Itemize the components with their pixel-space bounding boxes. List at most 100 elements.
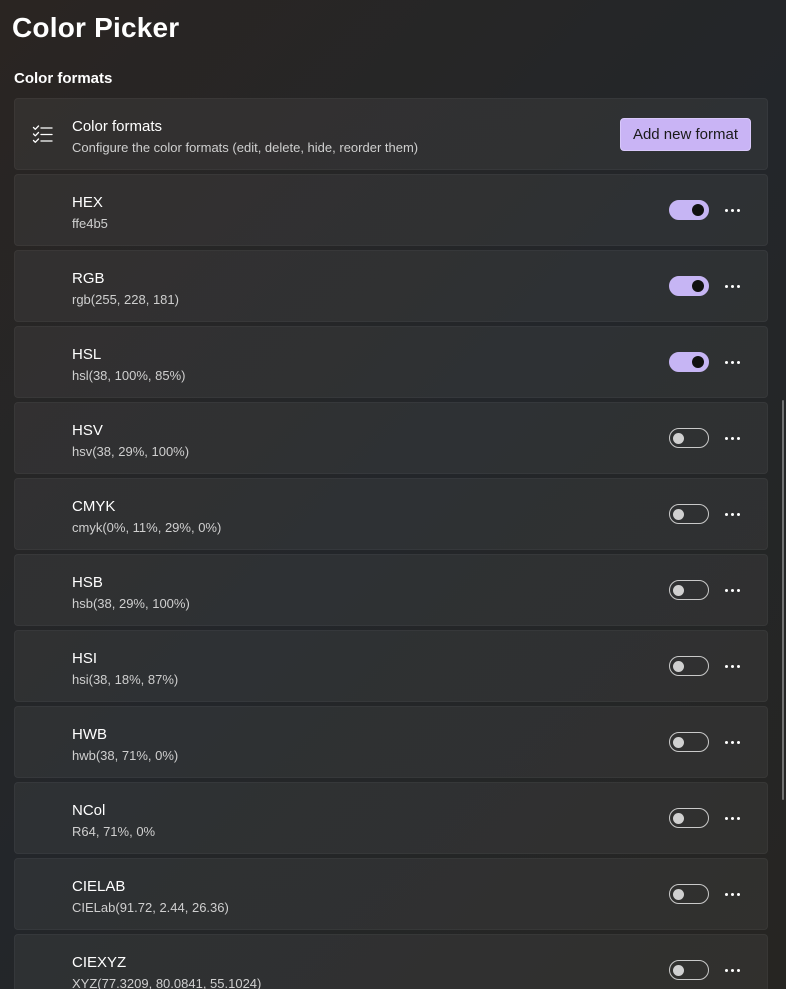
more-options-button[interactable]	[717, 501, 747, 527]
format-name: CMYK	[72, 498, 116, 515]
more-options-button[interactable]	[717, 805, 747, 831]
format-value: CIELab(91.72, 2.44, 26.36)	[72, 900, 229, 915]
ellipsis-icon-dot	[736, 284, 740, 288]
format-toggle-switch[interactable]	[669, 732, 709, 752]
ellipsis-icon-dot	[724, 436, 728, 440]
ellipsis-icon-dot	[724, 512, 728, 516]
more-options-button[interactable]	[717, 881, 747, 907]
checklist-icon	[32, 125, 53, 143]
format-name: HSV	[72, 422, 103, 439]
color-format-row: CMYK cmyk(0%, 11%, 29%, 0%)	[14, 478, 768, 550]
color-format-row: RGB rgb(255, 228, 181)	[14, 250, 768, 322]
more-options-button[interactable]	[717, 653, 747, 679]
color-format-row: HSI hsi(38, 18%, 87%)	[14, 630, 768, 702]
header-card-description: Configure the color formats (edit, delet…	[72, 140, 419, 155]
format-rows: HEX ffe4b5 RGB rgb(255, 228, 181) HSL hsl(38,…	[14, 174, 768, 989]
format-toggle-switch[interactable]	[669, 960, 709, 980]
format-value: hsl(38, 100%, 85%)	[72, 368, 186, 383]
ellipsis-icon-dot	[724, 740, 728, 744]
toggle-knob	[673, 584, 684, 596]
ellipsis-icon-dot	[724, 284, 728, 288]
color-formats-list: Color formats Configure the color format…	[14, 98, 768, 989]
ellipsis-icon-dot	[736, 588, 740, 592]
ellipsis-icon-dot	[736, 968, 740, 972]
more-options-button[interactable]	[717, 197, 747, 223]
toggle-knob	[673, 660, 684, 672]
ellipsis-icon-dot	[724, 208, 728, 212]
color-format-row: HSV hsv(38, 29%, 100%)	[14, 402, 768, 474]
format-name: HSI	[72, 650, 98, 667]
color-format-row: CIELAB CIELab(91.72, 2.44, 26.36)	[14, 858, 768, 930]
ellipsis-icon-dot	[724, 816, 728, 820]
format-value: XYZ(77.3209, 80.0841, 55.1024)	[72, 976, 262, 989]
ellipsis-icon-dot	[730, 588, 734, 592]
toggle-knob	[692, 280, 704, 292]
ellipsis-icon-dot	[724, 968, 728, 972]
scrollbar[interactable]	[782, 400, 784, 800]
more-options-button[interactable]	[717, 577, 747, 603]
ellipsis-icon-dot	[730, 208, 734, 212]
format-toggle-switch[interactable]	[669, 352, 709, 372]
format-toggle-switch[interactable]	[669, 656, 709, 676]
format-toggle-switch[interactable]	[669, 276, 709, 296]
add-new-format-button[interactable]: Add new format	[619, 118, 751, 151]
section-title: Color formats	[14, 70, 113, 87]
header-card-title: Color formats	[72, 118, 163, 135]
format-name: HSL	[72, 346, 102, 363]
ellipsis-icon-dot	[724, 664, 728, 668]
format-name: NCol	[72, 802, 106, 819]
format-toggle-switch[interactable]	[669, 580, 709, 600]
format-value: cmyk(0%, 11%, 29%, 0%)	[72, 520, 222, 535]
format-value: hsb(38, 29%, 100%)	[72, 596, 190, 611]
toggle-knob	[673, 964, 684, 976]
color-format-row: CIEXYZ XYZ(77.3209, 80.0841, 55.1024)	[14, 934, 768, 989]
ellipsis-icon-dot	[730, 816, 734, 820]
ellipsis-icon-dot	[730, 512, 734, 516]
color-format-row: NCol R64, 71%, 0%	[14, 782, 768, 854]
toggle-knob	[673, 736, 684, 748]
format-value: rgb(255, 228, 181)	[72, 292, 179, 307]
format-name: HSB	[72, 574, 103, 591]
ellipsis-icon-dot	[730, 968, 734, 972]
toggle-knob	[673, 432, 684, 444]
color-format-row: HSL hsl(38, 100%, 85%)	[14, 326, 768, 398]
color-format-row: HEX ffe4b5	[14, 174, 768, 246]
format-name: CIELAB	[72, 878, 126, 895]
more-options-button[interactable]	[717, 425, 747, 451]
ellipsis-icon-dot	[730, 892, 734, 896]
format-toggle-switch[interactable]	[669, 884, 709, 904]
ellipsis-icon-dot	[736, 816, 740, 820]
format-toggle-switch[interactable]	[669, 808, 709, 828]
color-format-row: HSB hsb(38, 29%, 100%)	[14, 554, 768, 626]
ellipsis-icon-dot	[736, 512, 740, 516]
ellipsis-icon-dot	[730, 436, 734, 440]
more-options-button[interactable]	[717, 729, 747, 755]
toggle-knob	[673, 812, 684, 824]
ellipsis-icon-dot	[736, 436, 740, 440]
more-options-button[interactable]	[717, 349, 747, 375]
ellipsis-icon-dot	[736, 360, 740, 364]
ellipsis-icon-dot	[730, 284, 734, 288]
format-value: hwb(38, 71%, 0%)	[72, 748, 179, 763]
ellipsis-icon-dot	[724, 892, 728, 896]
format-value: R64, 71%, 0%	[72, 824, 156, 839]
ellipsis-icon-dot	[736, 664, 740, 668]
toggle-knob	[692, 204, 704, 216]
more-options-button[interactable]	[717, 273, 747, 299]
color-format-row: HWB hwb(38, 71%, 0%)	[14, 706, 768, 778]
ellipsis-icon-dot	[730, 664, 734, 668]
format-name: HEX	[72, 194, 103, 211]
more-options-button[interactable]	[717, 957, 747, 983]
format-name: CIEXYZ	[72, 954, 127, 971]
page-title: Color Picker	[12, 12, 180, 43]
format-toggle-switch[interactable]	[669, 504, 709, 524]
ellipsis-icon-dot	[736, 892, 740, 896]
format-toggle-switch[interactable]	[669, 200, 709, 220]
format-name: HWB	[72, 726, 107, 743]
ellipsis-icon-dot	[736, 208, 740, 212]
format-value: hsi(38, 18%, 87%)	[72, 672, 179, 687]
ellipsis-icon-dot	[724, 588, 728, 592]
format-toggle-switch[interactable]	[669, 428, 709, 448]
format-value: hsv(38, 29%, 100%)	[72, 444, 190, 459]
toggle-knob	[692, 356, 704, 368]
